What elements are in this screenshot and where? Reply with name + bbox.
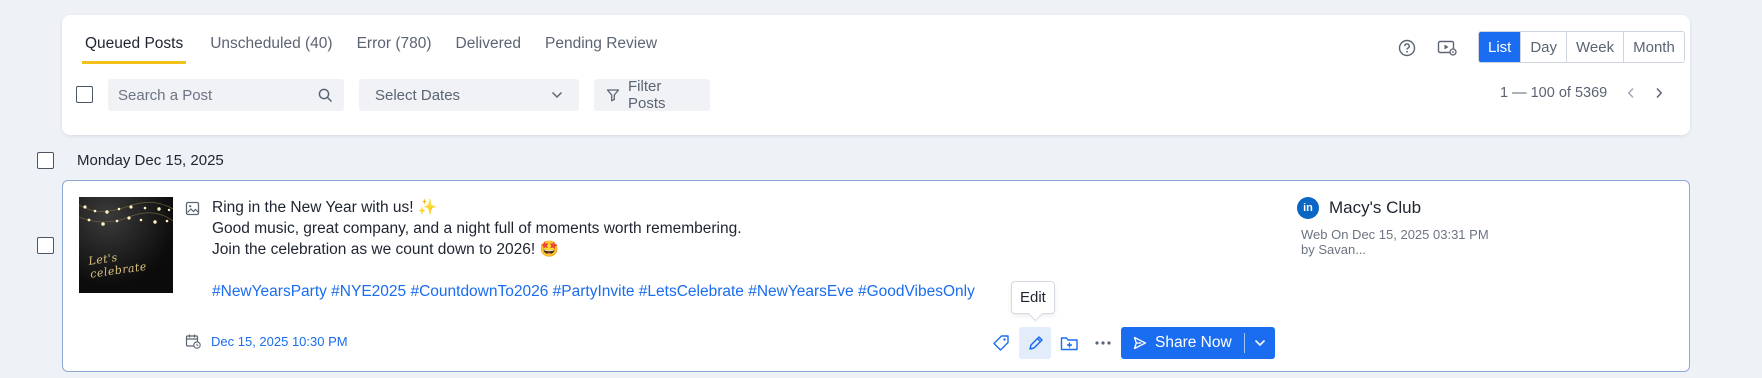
ellipsis-icon (1095, 341, 1111, 345)
post-actions (985, 327, 1121, 359)
post-hashtags[interactable]: #NewYearsParty #NYE2025 #CountdownTo2026… (212, 281, 975, 302)
more-options-button[interactable] (1087, 327, 1119, 359)
date-group-header: Monday Dec 15, 2025 (37, 152, 224, 169)
calendar-clock-icon (185, 333, 201, 349)
video-guide-icon[interactable] (1436, 37, 1458, 59)
select-all-checkbox[interactable] (76, 86, 93, 103)
search-box (108, 79, 344, 111)
add-to-folder-button[interactable] (1053, 327, 1085, 359)
pagination: 1 — 100 of 5369 (1500, 85, 1663, 101)
filter-posts-button[interactable]: Filter Posts (594, 78, 710, 112)
pagination-range: 1 — 100 of 5369 (1500, 85, 1608, 101)
tag-button[interactable] (985, 327, 1017, 359)
author-info: by Savan... (1301, 242, 1367, 257)
chevron-down-icon (1254, 339, 1266, 347)
view-month-button[interactable]: Month (1623, 32, 1684, 62)
tab-queued-posts[interactable]: Queued Posts (82, 35, 187, 64)
date-group-checkbox[interactable] (37, 152, 54, 169)
view-switcher: List Day Week Month (1478, 31, 1685, 63)
toolbar-icons (1396, 37, 1458, 59)
account-name[interactable]: Macy's Club (1329, 198, 1421, 218)
chevron-right-icon[interactable] (1655, 87, 1663, 99)
linkedin-icon: in (1297, 197, 1319, 219)
account-meta: Web On Dec 15, 2025 03:31 PM by Savan... (1301, 227, 1489, 257)
view-list-button[interactable]: List (1479, 32, 1521, 62)
image-icon (185, 201, 200, 221)
help-icon[interactable] (1396, 37, 1418, 59)
post-card[interactable]: Let's celebrate Ring in the New Year wit… (62, 180, 1690, 372)
post-thumbnail[interactable]: Let's celebrate (79, 197, 173, 293)
pencil-icon (1027, 335, 1044, 352)
funnel-icon (606, 88, 620, 102)
search-icon[interactable] (318, 88, 333, 103)
tab-error[interactable]: Error (780) (357, 35, 432, 64)
post-line: Ring in the New Year with us! ✨ (212, 199, 438, 216)
tab-pending-review[interactable]: Pending Review (545, 35, 657, 64)
tab-delivered[interactable]: Delivered (456, 35, 521, 64)
date-group-label: Monday Dec 15, 2025 (77, 152, 224, 169)
schedule-datetime: Dec 15, 2025 10:30 PM (211, 333, 348, 349)
select-dates-dropdown[interactable]: Select Dates (359, 79, 579, 111)
post-line: Good music, great company, and a night f… (212, 220, 742, 237)
filter-row: Select Dates Filter Posts 1 — 100 of 536… (62, 78, 1690, 112)
created-info: Web On Dec 15, 2025 03:31 PM (1301, 227, 1489, 242)
filters-card: Queued Posts Unscheduled (40) Error (780… (62, 15, 1690, 135)
folder-plus-icon (1060, 335, 1079, 352)
schedule-info[interactable]: Dec 15, 2025 10:30 PM (185, 333, 348, 349)
tag-icon (992, 334, 1010, 352)
view-week-button[interactable]: Week (1566, 32, 1624, 62)
edit-button[interactable] (1019, 327, 1051, 359)
post-status-tabs: Queued Posts Unscheduled (40) Error (780… (82, 35, 657, 64)
send-icon (1133, 336, 1147, 350)
post-checkbox[interactable] (37, 237, 54, 254)
social-account: in Macy's Club Web On Dec 15, 2025 03:31… (1297, 197, 1489, 257)
share-now-split-button: Share Now (1121, 327, 1275, 359)
share-now-label: Share Now (1155, 334, 1232, 351)
thumbnail-caption: Let's celebrate (87, 250, 148, 281)
chevron-left-icon[interactable] (1627, 87, 1635, 99)
edit-tooltip: Edit (1011, 281, 1055, 314)
post-content: Ring in the New Year with us! ✨ Good mus… (212, 197, 975, 302)
chevron-down-icon (551, 91, 563, 99)
view-day-button[interactable]: Day (1520, 32, 1567, 62)
tab-unscheduled[interactable]: Unscheduled (40) (210, 35, 332, 64)
filter-posts-label: Filter Posts (628, 78, 666, 112)
share-now-button[interactable]: Share Now (1121, 327, 1244, 359)
select-dates-label: Select Dates (375, 86, 461, 104)
search-input[interactable] (118, 86, 318, 104)
post-line: Join the celebration as we count down to… (212, 241, 559, 258)
share-options-dropdown[interactable] (1245, 327, 1275, 359)
